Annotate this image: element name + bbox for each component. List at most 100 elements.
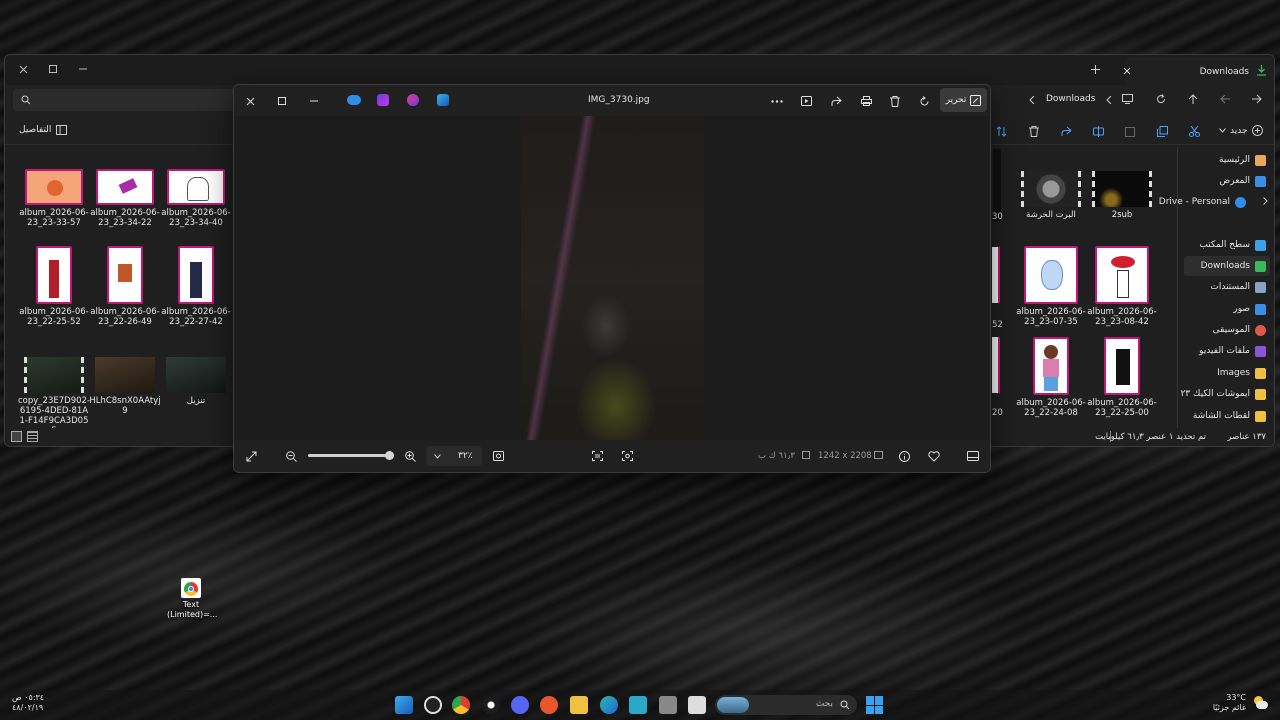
zoom-slider[interactable] xyxy=(308,451,394,460)
filmstrip-button[interactable] xyxy=(965,448,981,464)
close-window-button[interactable] xyxy=(15,61,31,77)
taskbar-search[interactable]: بحث xyxy=(715,695,857,715)
nav-item-screenshots[interactable]: لقطات الشاشة xyxy=(1193,406,1266,426)
nav-item-gallery[interactable]: المعرض xyxy=(1219,171,1266,191)
tiles-view-icon[interactable] xyxy=(11,431,22,442)
zoom-out-button[interactable] xyxy=(283,448,299,464)
minimize-window-button[interactable] xyxy=(306,93,322,109)
desktop-shortcut[interactable]: Text (Limited)=... xyxy=(167,578,217,620)
address-folder[interactable]: Downloads xyxy=(1046,94,1095,104)
settings-icon[interactable] xyxy=(482,696,500,714)
zoom-dropdown[interactable]: ٣٢٪ xyxy=(426,446,482,466)
tab-downloads[interactable]: Downloads xyxy=(1123,57,1274,85)
file-tile[interactable]: album_2026-06-23_22-27-42 xyxy=(160,246,232,327)
copy-button[interactable] xyxy=(1154,123,1170,139)
close-window-button[interactable] xyxy=(242,93,258,109)
maximize-window-button[interactable] xyxy=(274,93,290,109)
close-tab-button[interactable] xyxy=(1119,63,1135,79)
forward-button[interactable] xyxy=(1249,91,1265,107)
nav-item-home[interactable]: الرئيسية xyxy=(1219,150,1266,170)
file-tile[interactable]: copy_23E7D902-6195-4DED-81A1-F14F9CA3D05… xyxy=(18,357,90,436)
discord-icon[interactable] xyxy=(511,696,529,714)
up-button[interactable] xyxy=(1185,91,1201,107)
file-tile[interactable]: HLhC8snX0AAtyj9 xyxy=(89,357,161,416)
minimize-window-button[interactable] xyxy=(75,61,91,77)
file-tile[interactable]: album_2026-06-23_22-24-08 xyxy=(1015,337,1087,418)
file-tile[interactable]: album_2026-06-23_22-25-00 xyxy=(1086,337,1158,418)
paint-icon[interactable] xyxy=(395,696,413,714)
edit-button[interactable]: تحرير xyxy=(940,88,987,112)
chevron-left-icon[interactable] xyxy=(1025,93,1039,107)
paste-button[interactable] xyxy=(1122,123,1138,139)
file-tile[interactable]: تنزيل xyxy=(160,357,232,406)
actual-size-button[interactable] xyxy=(490,448,506,464)
zoom-slider-thumb[interactable] xyxy=(384,451,394,460)
app-icon[interactable] xyxy=(424,696,442,714)
app-icon[interactable] xyxy=(540,696,558,714)
refresh-button[interactable] xyxy=(1153,91,1169,107)
slideshow-button[interactable] xyxy=(798,93,814,109)
file-tile[interactable]: البرت الخرشة xyxy=(1015,171,1087,220)
app-icon[interactable] xyxy=(659,696,677,714)
delete-button[interactable] xyxy=(887,93,903,109)
paint-icon[interactable] xyxy=(437,94,449,106)
file-tile[interactable]: album_2026-06-23_23-34-40 xyxy=(160,169,232,228)
folder-icon[interactable] xyxy=(570,696,588,714)
nav-item-onedrive[interactable]: Drive - Personal xyxy=(1159,192,1246,212)
ocr-button[interactable] xyxy=(589,448,605,464)
chevron-right-icon[interactable] xyxy=(1263,197,1268,205)
nav-item-images[interactable]: Images xyxy=(1217,363,1266,383)
start-button[interactable] xyxy=(866,696,884,714)
monitor-icon[interactable] xyxy=(1119,91,1135,107)
nav-item-downloads[interactable]: Downloads xyxy=(1184,256,1270,276)
fullscreen-button[interactable] xyxy=(243,448,259,464)
more-options-button[interactable] xyxy=(769,93,785,109)
document-icon xyxy=(1255,281,1266,293)
file-tile[interactable]: album_2026-06-23_23-33-57 xyxy=(18,169,90,228)
file-tile[interactable]: 2sub xyxy=(1086,171,1158,220)
cut-button[interactable] xyxy=(1186,123,1202,139)
maximize-window-button[interactable] xyxy=(45,61,61,77)
file-tile[interactable]: album_2026-06-23_23-34-22 xyxy=(89,169,161,228)
share-button[interactable] xyxy=(828,93,844,109)
print-button[interactable] xyxy=(858,93,874,109)
file-name: album_2026-06-23_22-25-52 xyxy=(19,307,89,327)
sort-button[interactable] xyxy=(993,123,1009,139)
rotate-button[interactable] xyxy=(916,93,932,109)
store-icon[interactable] xyxy=(629,696,647,714)
file-tile[interactable]: album_2026-06-23_23-07-35 xyxy=(1015,246,1087,327)
favorite-button[interactable] xyxy=(926,448,942,464)
file-tile[interactable]: album_2026-06-23_22-26-49 xyxy=(89,246,161,327)
back-button[interactable] xyxy=(1217,91,1233,107)
weather-desc: غائم جزئيًا xyxy=(1212,703,1246,712)
image-canvas[interactable] xyxy=(234,116,990,442)
edge-icon[interactable] xyxy=(600,696,618,714)
details-button[interactable]: التفاصيل xyxy=(19,125,68,135)
app-icon[interactable] xyxy=(688,696,706,714)
visual-search-button[interactable] xyxy=(619,448,635,464)
nav-item-videos[interactable]: ملفات الفيديو xyxy=(1199,341,1266,361)
share-button[interactable] xyxy=(1058,123,1074,139)
weather-widget[interactable]: 33°C غائم جزئيًا xyxy=(1213,693,1268,713)
new-tab-button[interactable] xyxy=(1087,61,1103,77)
clock[interactable]: ٠٥:٣٤ ص ٤٨/٠٢/١٩ xyxy=(12,693,44,713)
file-info-button[interactable] xyxy=(896,448,912,464)
chrome-icon[interactable] xyxy=(452,696,470,714)
nav-item-pictures[interactable]: صور xyxy=(1233,299,1266,319)
file-tile[interactable]: album_2026-06-23_22-25-52 xyxy=(18,246,90,327)
designer-icon[interactable] xyxy=(407,94,419,106)
chevron-left-icon[interactable] xyxy=(1102,93,1116,107)
nav-item-desktop[interactable]: سطح المكتب xyxy=(1188,235,1266,255)
rename-button[interactable] xyxy=(1090,123,1106,139)
nav-item-music[interactable]: الموسيقى xyxy=(1213,320,1266,340)
details-view-icon[interactable] xyxy=(27,431,38,442)
clipchamp-icon[interactable] xyxy=(377,94,389,106)
delete-button[interactable] xyxy=(1026,123,1042,139)
file-tile[interactable]: album_2026-06-23_23-08-42 xyxy=(1086,246,1158,327)
nav-item-documents[interactable]: المستندات xyxy=(1210,277,1266,297)
new-button[interactable]: جديد xyxy=(1219,125,1263,136)
nav-item-kick-emotes[interactable]: ايموشات الكيك ٢٣ xyxy=(1180,384,1266,404)
file-thumbnail xyxy=(1095,246,1149,304)
onedrive-icon[interactable] xyxy=(347,95,361,105)
zoom-in-button[interactable] xyxy=(402,448,418,464)
